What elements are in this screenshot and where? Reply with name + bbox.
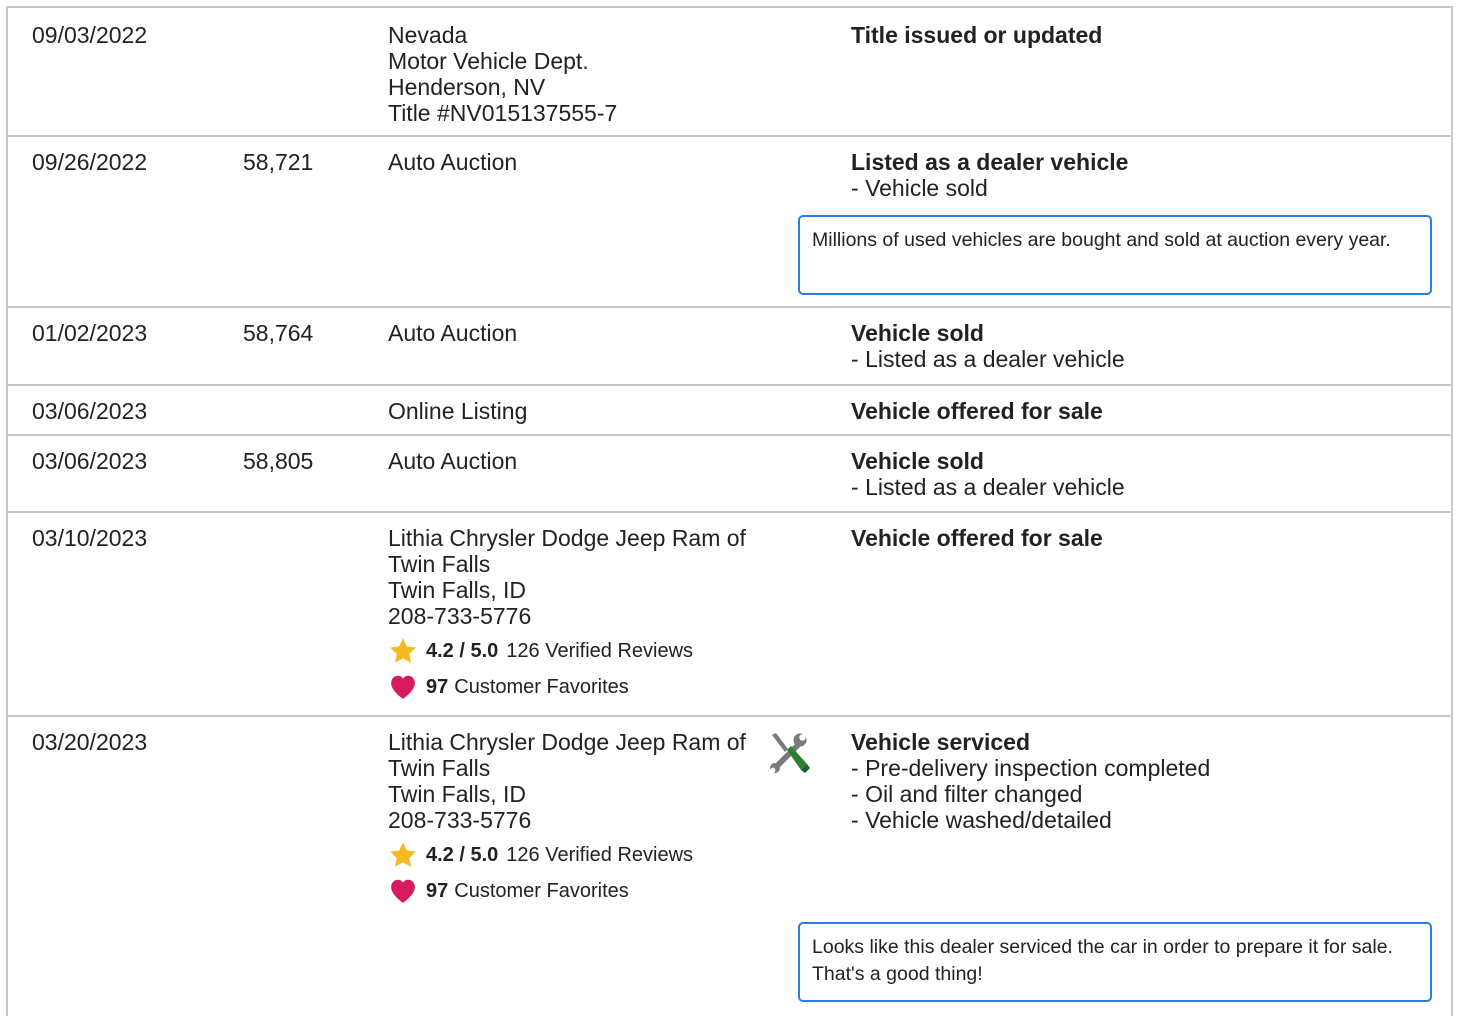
record-source: Lithia Chrysler Dodge Jeep Ram of Twin F… (388, 525, 768, 705)
record-date: 03/06/2023 (32, 448, 148, 474)
record-headline: Title issued or updated (851, 22, 1103, 48)
history-record: 09/26/2022 58,721 Auto Auction Listed as… (8, 137, 1451, 308)
source-line: Auto Auction (388, 149, 518, 175)
record-source: Auto Auction (388, 320, 768, 346)
record-details: Vehicle offered for sale (851, 398, 1441, 424)
record-date: 09/03/2022 (32, 22, 148, 48)
history-record: 03/10/2023 Lithia Chrysler Dodge Jeep Ra… (8, 513, 1451, 717)
record-detail-item: Pre-delivery inspection completed (851, 755, 1441, 781)
record-source: Auto Auction (388, 149, 768, 175)
dealer-rating[interactable]: 4.2 / 5.0 126 Verified Reviews (388, 837, 768, 873)
record-details: Vehicle offered for sale (851, 525, 1441, 551)
source-line: Motor Vehicle Dept. (388, 48, 589, 74)
info-note: Millions of used vehicles are bought and… (798, 215, 1432, 295)
history-record: 01/02/2023 58,764 Auto Auction Vehicle s… (8, 308, 1451, 386)
record-details: Vehicle serviced Pre-delivery inspection… (851, 729, 1441, 833)
source-line: Title #NV015137555-7 (388, 100, 618, 126)
vehicle-history-table: 09/03/2022 Nevada Motor Vehicle Dept. He… (6, 6, 1453, 1016)
record-detail-item: Listed as a dealer vehicle (851, 474, 1441, 500)
star-icon (390, 638, 416, 663)
record-headline: Listed as a dealer vehicle (851, 149, 1129, 175)
star-icon (390, 842, 416, 867)
record-odometer: 58,764 (243, 320, 314, 346)
record-date: 09/26/2022 (32, 149, 148, 175)
source-line: Twin Falls, ID (388, 781, 527, 807)
customer-favorites: 97 Customer Favorites (388, 669, 768, 705)
record-detail-item: Vehicle sold (851, 175, 1441, 201)
source-line: 208-733-5776 (388, 807, 532, 833)
record-source: Online Listing (388, 398, 768, 424)
heart-icon (391, 879, 415, 903)
record-source: Auto Auction (388, 448, 768, 474)
record-details: Listed as a dealer vehicle Vehicle sold (851, 149, 1441, 201)
record-source: Lithia Chrysler Dodge Jeep Ram of Twin F… (388, 729, 768, 909)
rating-score: 4.2 / 5.0 (426, 844, 499, 866)
record-date: 03/06/2023 (32, 398, 148, 424)
source-line: Auto Auction (388, 320, 518, 346)
history-record: 03/06/2023 Online Listing Vehicle offere… (8, 386, 1451, 436)
record-detail-item: Vehicle washed/detailed (851, 807, 1441, 833)
favorites-count: 97 (426, 676, 449, 698)
record-headline: Vehicle sold (851, 448, 984, 474)
rating-score: 4.2 / 5.0 (426, 640, 499, 662)
heart-icon (391, 675, 415, 699)
record-detail-item: Listed as a dealer vehicle (851, 346, 1441, 372)
source-line: 208-733-5776 (388, 603, 532, 629)
record-date: 03/10/2023 (32, 525, 148, 551)
rating-reviews-link[interactable]: 126 Verified Reviews (506, 842, 693, 868)
history-record: 03/06/2023 58,805 Auto Auction Vehicle s… (8, 436, 1451, 513)
favorites-label: Customer Favorites (454, 880, 629, 902)
record-headline: Vehicle serviced (851, 729, 1031, 755)
record-detail-item: Oil and filter changed (851, 781, 1441, 807)
favorites-count: 97 (426, 880, 449, 902)
source-line: Lithia Chrysler Dodge Jeep Ram of (388, 729, 746, 755)
rating-reviews-link[interactable]: 126 Verified Reviews (506, 638, 693, 664)
record-odometer: 58,805 (243, 448, 314, 474)
history-record: 03/20/2023 Lithia Chrysler Dodge Jeep Ra… (8, 717, 1451, 1017)
info-note: Looks like this dealer serviced the car … (798, 922, 1432, 1002)
record-date: 03/20/2023 (32, 729, 148, 755)
source-line: Twin Falls (388, 755, 491, 781)
record-headline: Vehicle offered for sale (851, 398, 1103, 424)
source-line: Lithia Chrysler Dodge Jeep Ram of (388, 525, 746, 551)
source-line: Twin Falls (388, 551, 491, 577)
record-headline: Vehicle sold (851, 320, 984, 346)
record-details: Vehicle sold Listed as a dealer vehicle (851, 320, 1441, 372)
source-line: Henderson, NV (388, 74, 546, 100)
record-headline: Vehicle offered for sale (851, 525, 1103, 551)
history-record: 09/03/2022 Nevada Motor Vehicle Dept. He… (8, 8, 1451, 137)
source-line: Online Listing (388, 398, 528, 424)
record-details: Title issued or updated (851, 22, 1441, 48)
source-line: Auto Auction (388, 448, 518, 474)
wrench-screwdriver-icon (770, 733, 810, 773)
record-odometer: 58,721 (243, 149, 314, 175)
customer-favorites: 97 Customer Favorites (388, 873, 768, 909)
record-date: 01/02/2023 (32, 320, 148, 346)
dealer-rating[interactable]: 4.2 / 5.0 126 Verified Reviews (388, 633, 768, 669)
record-details: Vehicle sold Listed as a dealer vehicle (851, 448, 1441, 500)
source-line: Nevada (388, 22, 468, 48)
record-source: Nevada Motor Vehicle Dept. Henderson, NV… (388, 22, 768, 126)
favorites-label: Customer Favorites (454, 676, 629, 698)
source-line: Twin Falls, ID (388, 577, 527, 603)
